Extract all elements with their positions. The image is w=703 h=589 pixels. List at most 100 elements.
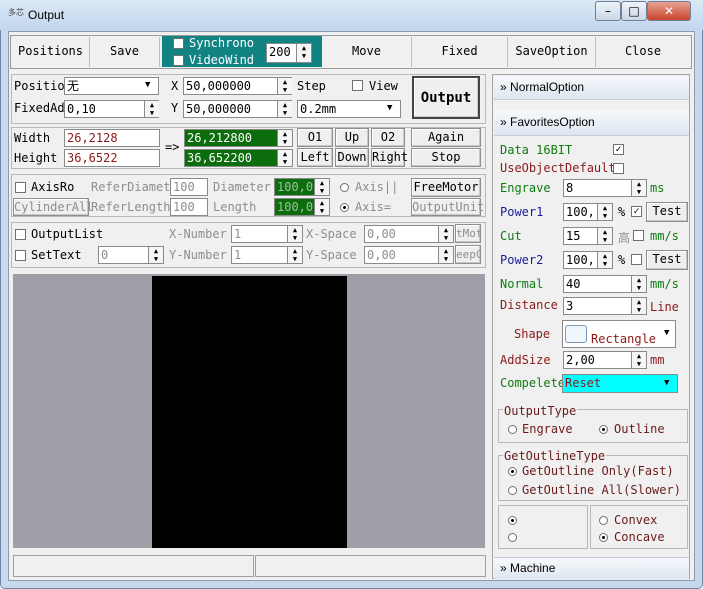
position-value: 无 [67,79,80,93]
outputunit-button[interactable]: OutputUnit [411,198,484,216]
saveoption-button[interactable]: SaveOption [508,37,596,67]
move-button[interactable]: Move [322,37,412,67]
test2-button[interactable]: Test [646,250,688,270]
eepc-button[interactable]: eepC [455,245,481,264]
videowind-checkbox[interactable] [173,55,184,66]
width-result-spin-icon[interactable]: ▲ ▼ [277,130,292,146]
right-button[interactable]: Right [371,148,408,167]
axis-parallel-radio[interactable] [340,183,349,192]
getoutline-fast-radio[interactable] [508,467,517,476]
referlength-field[interactable]: 100 [170,198,208,216]
positions-button[interactable]: Positions [12,37,90,67]
tmot-button[interactable]: tMot [455,224,481,243]
again-button[interactable]: Again [411,128,481,147]
power1-spin-icon[interactable]: ▲ ▼ [597,204,612,220]
fixedad-spin-icon[interactable]: ▲ ▼ [144,101,159,117]
cut-spin-icon[interactable]: ▲ ▼ [597,228,612,244]
width-field[interactable]: 26,2128 [64,129,160,147]
x-field[interactable]: 50,000000 [183,77,292,95]
fixedad-value: 0,10 [67,102,96,116]
axisro-checkbox[interactable] [15,182,26,193]
power2-checkbox[interactable] [631,254,642,265]
favorites-option-header[interactable]: » FavoritesOption [494,110,689,136]
power2-label: Power2 [500,253,544,267]
left-radio-2[interactable] [508,533,517,542]
cut-speed-value: 15 [566,229,581,243]
compelete-dropdown-icon[interactable]: ▼ [664,378,669,388]
power1-checkbox[interactable]: ✓ [631,206,642,217]
xspace-spin-icon[interactable]: ▲ ▼ [438,226,453,242]
height-result-spin-icon[interactable]: ▲ ▼ [277,150,292,166]
left-radio-1[interactable] [508,516,517,525]
axisro-label: AxisRo [31,180,75,194]
compelete-select[interactable]: Reset [562,374,678,393]
length-value: 100,0 [277,200,314,214]
video-spin-icon[interactable]: ▲ ▼ [296,44,311,62]
power2-percent: % [618,253,626,267]
convex-radio[interactable] [599,516,608,525]
power2-spin-icon[interactable]: ▲ ▼ [597,252,612,268]
close-button[interactable]: Close [596,37,690,67]
height-field[interactable]: 36,6522 [64,149,160,167]
position-dropdown-icon[interactable]: ▼ [145,80,150,90]
length-spin-icon[interactable]: ▲ ▼ [314,199,329,215]
o1-button[interactable]: O1 [297,128,333,147]
maximize-icon[interactable]: □ [621,1,647,21]
engrave-spin-icon[interactable]: ▲ ▼ [631,180,646,196]
normal-option-header[interactable]: » NormalOption [494,76,689,100]
useobjectdefault-checkbox[interactable] [613,163,624,174]
yspace-spin-icon[interactable]: ▲ ▼ [438,247,453,263]
outline-radio[interactable] [599,425,608,434]
step-dropdown-icon[interactable]: ▼ [387,103,392,113]
step-select[interactable]: 0.2mm [297,100,401,118]
up-button[interactable]: Up [335,128,369,147]
position-label: Positio [14,79,65,93]
o2-button[interactable]: O2 [371,128,405,147]
normal-speed-value: 40 [566,277,581,291]
shape-dropdown-icon[interactable]: ▼ [664,328,669,338]
referdiamet-field[interactable]: 100 [170,178,208,196]
cut-high-checkbox[interactable] [633,230,644,241]
cylinderall-button[interactable]: CylinderAll [13,198,93,216]
machine-header[interactable]: » Machine [494,557,689,579]
y-spin-icon[interactable]: ▲ ▼ [277,101,292,117]
save-button[interactable]: Save [90,37,160,67]
minimize-icon[interactable]: – [595,1,621,21]
test1-button[interactable]: Test [646,202,688,222]
preview-canvas[interactable] [152,276,347,548]
axis-eq-radio[interactable] [340,203,349,212]
left-button[interactable]: Left [297,148,333,167]
step-label: Step [297,79,326,93]
xnumber-spin-icon[interactable]: ▲ ▼ [287,226,302,242]
settext-spin-icon[interactable]: ▲ ▼ [148,247,163,263]
x-spin-icon[interactable]: ▲ ▼ [277,78,292,94]
ynumber-spin-icon[interactable]: ▲ ▼ [287,247,302,263]
cut-unit: mm/s [650,229,679,243]
normal-spin-icon[interactable]: ▲ ▼ [631,276,646,292]
settext-checkbox[interactable] [15,250,26,261]
stop-button[interactable]: Stop [411,148,481,167]
down-button[interactable]: Down [335,148,369,167]
synchronous-checkbox[interactable] [173,38,184,49]
fixed-button[interactable]: Fixed [412,37,508,67]
data16bit-checkbox[interactable]: ✓ [613,144,624,155]
videowind-label: VideoWind [189,53,255,67]
outputlist-checkbox[interactable] [15,229,26,240]
engrave-speed-value: 8 [566,181,574,195]
addsize-spin-icon[interactable]: ▲ ▼ [631,352,646,368]
close-window-icon[interactable]: ✕ [647,1,691,21]
concave-radio[interactable] [599,533,608,542]
diameter-spin-icon[interactable]: ▲ ▼ [314,179,329,195]
engrave-radio[interactable] [508,425,517,434]
output-button[interactable]: Output [412,76,480,119]
xnumber-label: X-Number [169,227,227,241]
addsize-label: AddSize [500,353,551,367]
freemotor-button[interactable]: FreeMotor [411,178,481,197]
height-label: Height [14,151,58,165]
y-field[interactable]: 50,000000 [183,100,292,118]
getoutline-all-radio[interactable] [508,486,517,495]
machine-label: Machine [510,561,556,575]
distance-spin-icon[interactable]: ▲ ▼ [631,298,646,314]
view-checkbox[interactable] [352,80,363,91]
double-chevron-right-icon: » [500,561,507,575]
